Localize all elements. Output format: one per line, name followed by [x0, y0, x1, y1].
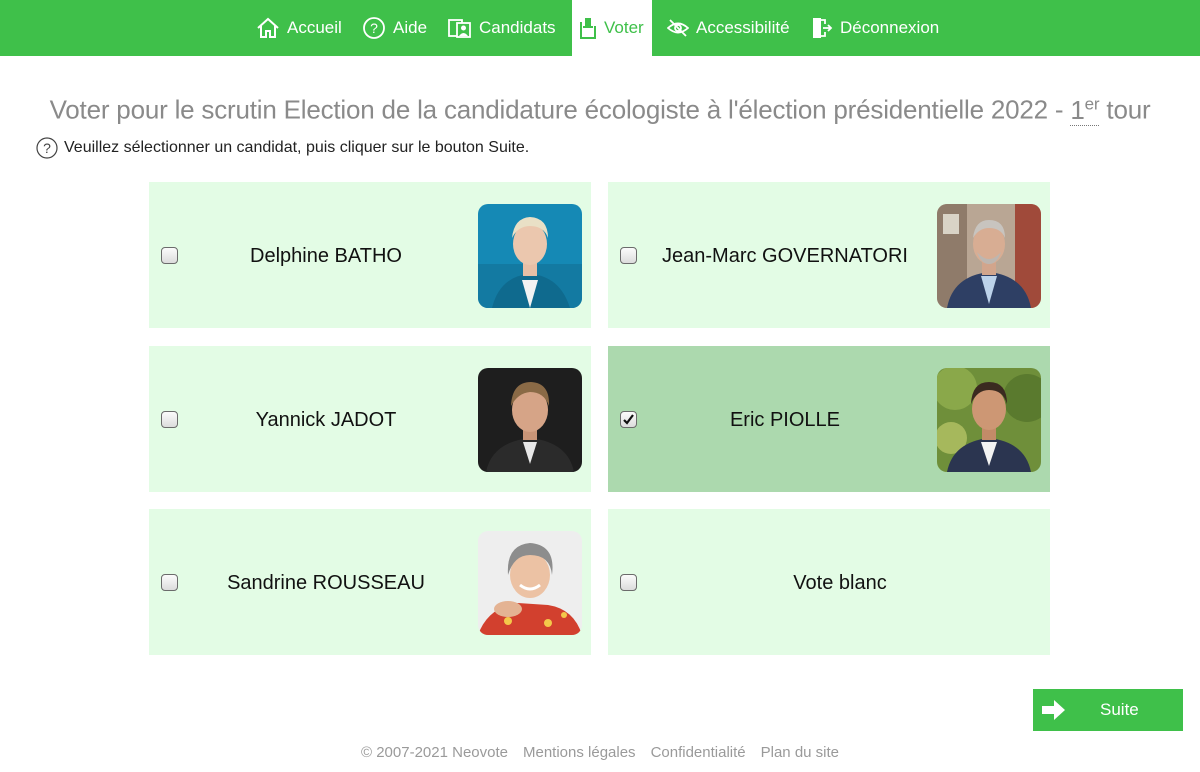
instruction-text: Veuillez sélectionner un candidat, puis … [64, 139, 530, 156]
candidate-photo [937, 204, 1041, 308]
candidate-name: Eric PIOLLE [729, 408, 841, 431]
candidate-checkbox[interactable] [161, 247, 178, 264]
page-title: Voter pour le scrutin Election de la can… [0, 84, 1200, 130]
candidate-checkbox[interactable] [620, 247, 637, 264]
round-suffix: er [1084, 94, 1100, 113]
footer-link-plan-du-site[interactable]: Plan du site [761, 744, 839, 766]
top-navigation: Accueil ? Aide Candidats Voter Accessibi… [0, 0, 1200, 56]
candidate-card[interactable]: Delphine BATHO [149, 182, 591, 328]
logout-icon [811, 16, 833, 40]
candidate-name: Yannick JADOT [255, 408, 397, 431]
candidate-name: Vote blanc [793, 571, 887, 594]
candidate-photo [937, 368, 1041, 472]
nav-item-voter[interactable]: Voter [572, 0, 652, 56]
candidate-photo [478, 368, 582, 472]
candidates-icon [448, 17, 472, 39]
footer-link-mentions-legales[interactable]: Mentions légales [523, 744, 636, 766]
candidate-name: Sandrine ROUSSEAU [227, 571, 425, 594]
eye-slash-icon [667, 18, 689, 38]
candidate-checkbox[interactable] [620, 411, 637, 428]
blank-vote-card[interactable]: Vote blanc [608, 509, 1050, 655]
candidate-name: Jean-Marc GOVERNATORI [662, 244, 908, 267]
candidate-name: Delphine BATHO [250, 244, 402, 267]
candidate-card[interactable]: Jean-Marc GOVERNATORI [608, 182, 1050, 328]
title-text: Voter pour le scrutin Election de la can… [49, 94, 1071, 125]
candidate-checkbox[interactable] [161, 574, 178, 591]
footer-link-confidentialite[interactable]: Confidentialité [651, 744, 746, 766]
candidate-card[interactable]: Eric PIOLLE [608, 346, 1050, 492]
nav-item-label: Accueil [287, 18, 342, 37]
checkmark-icon [623, 414, 634, 425]
candidate-card[interactable]: Sandrine ROUSSEAU [149, 509, 591, 655]
home-icon [256, 17, 280, 39]
nav-item-label: Accessibilité [696, 18, 790, 37]
footer: © 2007-2021 Neovote Mentions légales Con… [0, 744, 1200, 766]
suite-button-label: Suite [1100, 700, 1139, 719]
nav-item-aide[interactable]: ? Aide [362, 0, 427, 56]
svg-text:?: ? [370, 20, 378, 36]
nav-item-accessibilite[interactable]: Accessibilité [667, 0, 790, 56]
candidate-checkbox[interactable] [161, 411, 178, 428]
help-icon[interactable]: ? [36, 137, 58, 159]
nav-item-label: Candidats [479, 18, 556, 37]
nav-item-accueil[interactable]: Accueil [256, 0, 342, 56]
round-digit: 1 [1070, 94, 1085, 125]
nav-item-label: Voter [604, 18, 644, 37]
arrow-right-icon [1042, 699, 1066, 726]
round-number: 1er [1070, 94, 1100, 126]
candidate-checkbox[interactable] [620, 574, 637, 591]
round-word: tour [1099, 94, 1151, 125]
copyright: © 2007-2021 Neovote [360, 744, 508, 761]
svg-text:?: ? [43, 140, 51, 156]
candidate-photo [478, 204, 582, 308]
nav-item-label: Déconnexion [840, 18, 940, 37]
nav-item-candidats[interactable]: Candidats [448, 0, 556, 56]
suite-button[interactable]: Suite [1033, 689, 1183, 731]
candidate-photo [478, 531, 582, 635]
candidate-card[interactable]: Yannick JADOT [149, 346, 591, 492]
nav-item-deconnexion[interactable]: Déconnexion [811, 0, 939, 56]
help-icon: ? [362, 16, 386, 40]
vote-icon [579, 16, 597, 40]
instruction: ? Veuillez sélectionner un candidat, pui… [36, 136, 529, 160]
nav-item-label: Aide [393, 18, 428, 37]
